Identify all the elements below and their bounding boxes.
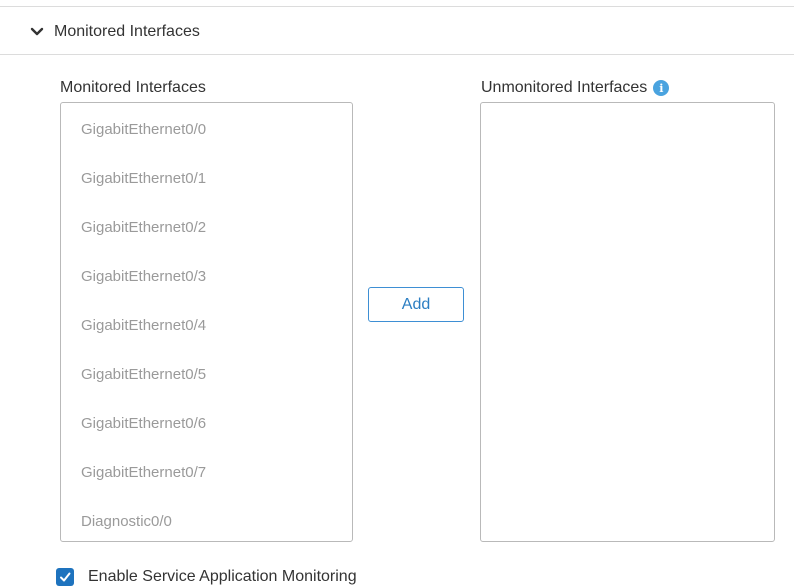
list-item-gigabitethernet0-6[interactable]: GigabitEthernet0/6 [81, 414, 206, 434]
service-monitoring-checkbox[interactable] [56, 568, 74, 586]
unmonitored-interfaces-heading: Unmonitored Interfaces i [481, 79, 670, 97]
top-divider [0, 6, 794, 7]
list-item-gigabitethernet0-1[interactable]: GigabitEthernet0/1 [81, 169, 206, 189]
section-toggle[interactable]: Monitored Interfaces [30, 20, 200, 44]
list-item-gigabitethernet0-3[interactable]: GigabitEthernet0/3 [81, 267, 206, 287]
service-monitoring-label[interactable]: Enable Service Application Monitoring [88, 568, 357, 586]
checkmark-icon [60, 572, 71, 582]
list-item-gigabitethernet0-2[interactable]: GigabitEthernet0/2 [81, 218, 206, 238]
list-item-gigabitethernet0-7[interactable]: GigabitEthernet0/7 [81, 463, 206, 483]
list-item-gigabitethernet0-5[interactable]: GigabitEthernet0/5 [81, 365, 206, 385]
list-item-gigabitethernet0-0[interactable]: GigabitEthernet0/0 [81, 120, 206, 140]
unmonitored-interfaces-label: Unmonitored Interfaces [481, 79, 648, 96]
info-icon[interactable]: i [653, 80, 670, 96]
monitored-interfaces-label: Monitored Interfaces [60, 79, 206, 96]
list-item-gigabitethernet0-4[interactable]: GigabitEthernet0/4 [81, 316, 206, 336]
section-title: Monitored Interfaces [54, 23, 200, 40]
add-button[interactable]: Add [368, 287, 464, 322]
list-item-diagnostic0-0[interactable]: Diagnostic0/0 [81, 512, 172, 532]
unmonitored-interfaces-list[interactable] [480, 102, 775, 542]
chevron-down-icon [30, 27, 44, 36]
service-monitoring-option: Enable Service Application Monitoring [56, 567, 357, 587]
monitored-interfaces-list[interactable]: GigabitEthernet0/0 GigabitEthernet0/1 Gi… [60, 102, 353, 542]
section-divider [0, 54, 794, 55]
